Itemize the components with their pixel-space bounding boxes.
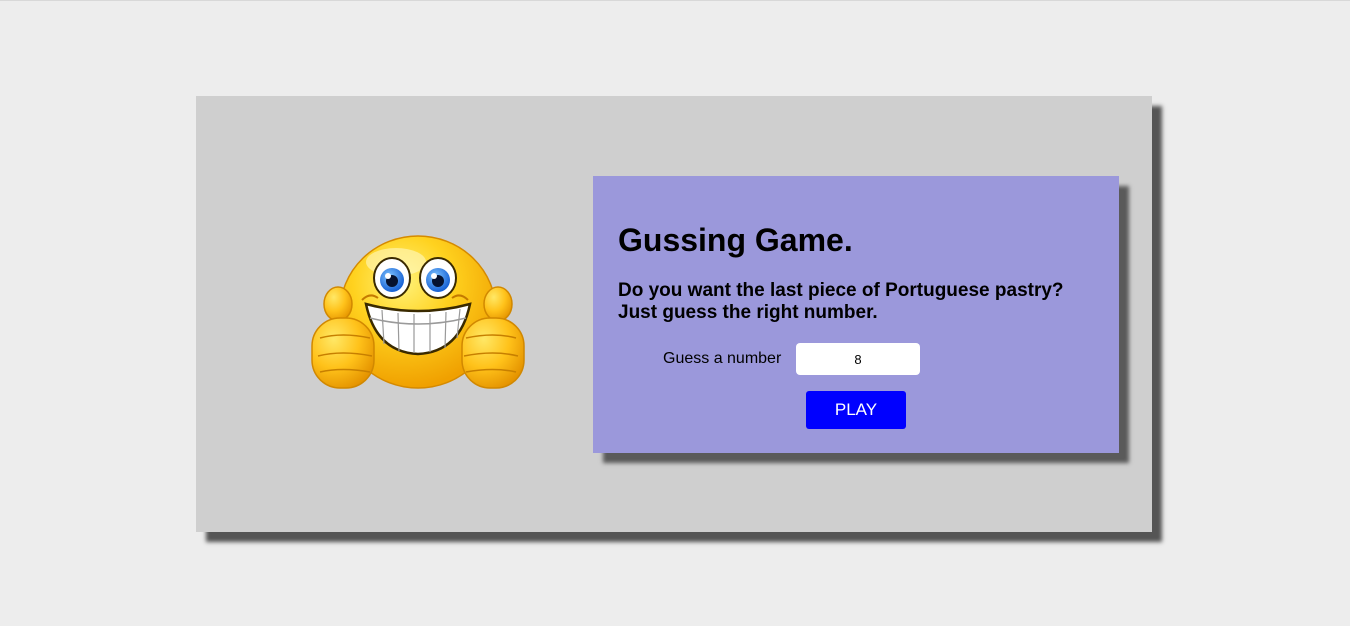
guess-panel: Gussing Game. Do you want the last piece… bbox=[593, 176, 1119, 453]
prompt-line-2: Just guess the right number. bbox=[618, 302, 878, 323]
game-card: Gussing Game. Do you want the last piece… bbox=[196, 96, 1152, 532]
game-prompt: Do you want the last piece of Portuguese… bbox=[618, 280, 1098, 324]
top-divider bbox=[0, 0, 1350, 1]
smiley-thumbs-up-icon bbox=[310, 234, 526, 392]
prompt-line-1: Do you want the last piece of Portuguese… bbox=[618, 280, 1064, 301]
play-button[interactable]: PLAY bbox=[806, 391, 906, 429]
page-title: Gussing Game. bbox=[618, 222, 853, 258]
guess-input[interactable] bbox=[796, 343, 920, 375]
guess-label: Guess a number bbox=[663, 350, 782, 367]
